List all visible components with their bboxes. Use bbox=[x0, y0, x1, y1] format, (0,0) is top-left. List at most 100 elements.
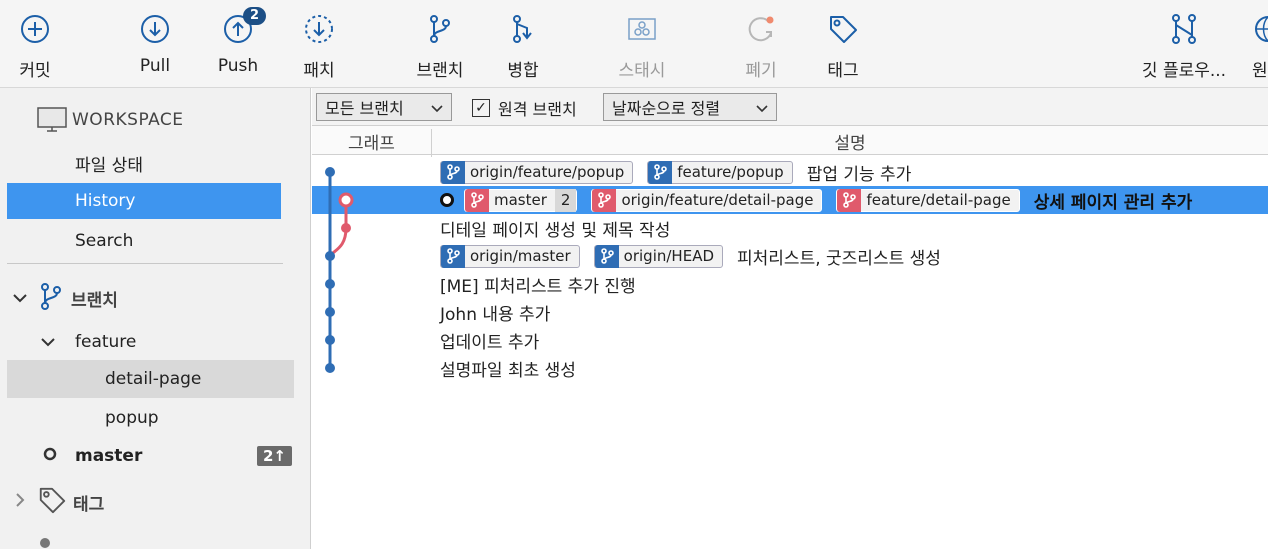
branch-ref-label[interactable]: origin/HEAD bbox=[593, 244, 724, 268]
sidebar-branch-label: popup bbox=[105, 408, 159, 428]
sidebar-branch-master[interactable]: master 2↑ bbox=[7, 438, 294, 474]
branch-filter-dropdown[interactable]: 모든 브랜치 bbox=[316, 93, 452, 121]
dropdown-value: 모든 브랜치 bbox=[325, 99, 404, 118]
sidebar-divider bbox=[7, 263, 283, 264]
tag-icon bbox=[37, 485, 67, 520]
commit-message: 상세 페이지 관리 추가 bbox=[1033, 192, 1193, 213]
sidebar-section-label: 브랜치 bbox=[71, 290, 118, 311]
arrow-down-circle-icon bbox=[138, 12, 172, 46]
stash-icon bbox=[625, 12, 659, 46]
discard-label: 폐기 bbox=[745, 61, 777, 81]
dropdown-value: 날짜순으로 정렬 bbox=[612, 99, 721, 118]
sidebar-item-label: Search bbox=[75, 231, 134, 251]
patch-button[interactable]: 패치 bbox=[296, 0, 342, 88]
head-circle-icon bbox=[43, 446, 57, 466]
commit-message: 설명파일 최초 생성 bbox=[440, 360, 576, 381]
branch-icon bbox=[648, 160, 673, 184]
tag-label: 태그 bbox=[827, 61, 859, 81]
stash-label: 스태시 bbox=[618, 61, 666, 81]
toolbar: 커밋 Pull 2 Push 패치 브랜치 병합 스태시 폐기 태그 깃 플로우… bbox=[0, 0, 1268, 88]
graph-node bbox=[325, 251, 335, 261]
main-panel: 모든 브랜치 ✓ 원격 브랜치 날짜순으로 정렬 그래프 설명 origin/f… bbox=[312, 88, 1268, 549]
commit-row[interactable]: 업데이트 추가 bbox=[312, 326, 1268, 354]
merge-button[interactable]: 병합 bbox=[500, 0, 546, 88]
commit-row[interactable]: origin/master origin/HEAD 피처리스트, 굿즈리스트 생성 bbox=[312, 242, 1268, 270]
branch-icon bbox=[441, 160, 465, 184]
description-column-header[interactable]: 설명 bbox=[432, 129, 1268, 154]
commit-row[interactable]: master 2 origin/feature/detail-page feature… bbox=[312, 186, 1268, 214]
plus-circle-icon bbox=[18, 12, 52, 46]
chevron-down-icon bbox=[41, 332, 55, 352]
commit-message: 디테일 페이지 생성 및 제목 작성 bbox=[440, 220, 671, 241]
sidebar-item-search[interactable]: Search bbox=[7, 223, 281, 259]
graph-node bbox=[325, 167, 335, 177]
sidebar-item-file-status[interactable]: 파일 상태 bbox=[7, 145, 281, 181]
ref-name: feature/detail-page bbox=[866, 191, 1011, 209]
commit-description: 설명파일 최초 생성 bbox=[440, 354, 576, 382]
remote-button[interactable]: 원 bbox=[1252, 0, 1268, 88]
remote-label: 원 bbox=[1252, 61, 1268, 81]
monitor-icon bbox=[36, 106, 68, 134]
commit-message: John 내용 추가 bbox=[440, 304, 551, 325]
ahead-count-badge: 2 bbox=[554, 188, 577, 212]
arrow-up-circle-icon: 2 bbox=[221, 7, 267, 46]
commit-row[interactable]: [ME] 피처리스트 추가 진행 bbox=[312, 270, 1268, 298]
branch-icon bbox=[592, 188, 617, 212]
branch-ref-label[interactable]: master 2 bbox=[464, 188, 578, 212]
sort-dropdown[interactable]: 날짜순으로 정렬 bbox=[603, 93, 777, 121]
pull-button[interactable]: Pull bbox=[132, 0, 178, 88]
sidebar-item-history[interactable]: History bbox=[7, 183, 281, 219]
partially-hidden-icon bbox=[40, 538, 50, 548]
branch-ref-label[interactable]: origin/master bbox=[440, 244, 580, 268]
stash-button[interactable]: 스태시 bbox=[612, 0, 672, 88]
ref-name: feature/popup bbox=[677, 163, 784, 181]
sidebar-section-branches[interactable]: 브랜치 bbox=[7, 280, 281, 316]
graph-node bbox=[325, 363, 335, 373]
merge-label: 병합 bbox=[507, 61, 539, 81]
sidebar-branch-popup[interactable]: popup bbox=[7, 400, 281, 436]
branch-button[interactable]: 브랜치 bbox=[410, 0, 470, 88]
branch-ref-label[interactable]: feature/detail-page bbox=[836, 188, 1020, 212]
discard-button[interactable]: 폐기 bbox=[738, 0, 784, 88]
branch-icon bbox=[423, 12, 457, 46]
ref-name: origin/feature/detail-page bbox=[621, 191, 814, 209]
push-button[interactable]: 2 Push bbox=[212, 0, 267, 88]
commit-row[interactable]: 디테일 페이지 생성 및 제목 작성 bbox=[312, 214, 1268, 242]
branch-icon bbox=[37, 281, 65, 316]
ahead-count-badge: 2↑ bbox=[256, 446, 292, 466]
discard-icon bbox=[744, 12, 778, 46]
sidebar-item-label: 파일 상태 bbox=[75, 155, 143, 176]
sidebar-section-tags[interactable]: 태그 bbox=[7, 484, 281, 520]
filter-bar: 모든 브랜치 ✓ 원격 브랜치 날짜순으로 정렬 bbox=[312, 88, 1268, 126]
gitflow-button[interactable]: 깃 플로우... bbox=[1134, 0, 1234, 88]
workspace-title: WORKSPACE bbox=[72, 110, 184, 130]
patch-label: 패치 bbox=[303, 61, 335, 81]
chevron-down-icon bbox=[756, 98, 768, 117]
commit-row[interactable]: John 내용 추가 bbox=[312, 298, 1268, 326]
sidebar-branch-detail-page[interactable]: detail-page bbox=[7, 360, 294, 398]
commit-label: 커밋 bbox=[19, 61, 51, 81]
sidebar-folder-feature[interactable]: feature bbox=[7, 324, 281, 360]
tag-button[interactable]: 태그 bbox=[820, 0, 866, 88]
gitflow-label: 깃 플로우... bbox=[1141, 61, 1227, 81]
ref-name: origin/HEAD bbox=[623, 247, 715, 265]
chevron-right-icon bbox=[15, 492, 27, 512]
branch-icon bbox=[594, 244, 619, 268]
sidebar-branch-label: detail-page bbox=[105, 369, 202, 389]
graph-column-header[interactable]: 그래프 bbox=[312, 129, 432, 157]
branch-ref-label[interactable]: origin/feature/popup bbox=[440, 160, 634, 184]
merge-icon bbox=[506, 12, 540, 46]
graph-node bbox=[325, 279, 335, 289]
branch-ref-label[interactable]: feature/popup bbox=[647, 160, 793, 184]
commit-description: 디테일 페이지 생성 및 제목 작성 bbox=[440, 214, 670, 242]
ref-name: origin/feature/popup bbox=[470, 163, 625, 181]
remote-branches-checkbox[interactable]: ✓ 원격 브랜치 bbox=[472, 96, 577, 120]
patch-icon bbox=[302, 12, 336, 46]
commit-description: [ME] 피처리스트 추가 진행 bbox=[440, 270, 636, 298]
sidebar-folder-label: feature bbox=[75, 332, 137, 352]
branch-ref-label[interactable]: origin/feature/detail-page bbox=[591, 188, 823, 212]
commit-row[interactable]: origin/feature/popup feature/popup 팝업 기능 추… bbox=[312, 158, 1268, 186]
commit-button[interactable]: 커밋 bbox=[12, 0, 58, 88]
commit-row[interactable]: 설명파일 최초 생성 bbox=[312, 354, 1268, 382]
commit-description: origin/master origin/HEAD 피처리스트, 굿즈리스트 생성 bbox=[440, 242, 941, 270]
